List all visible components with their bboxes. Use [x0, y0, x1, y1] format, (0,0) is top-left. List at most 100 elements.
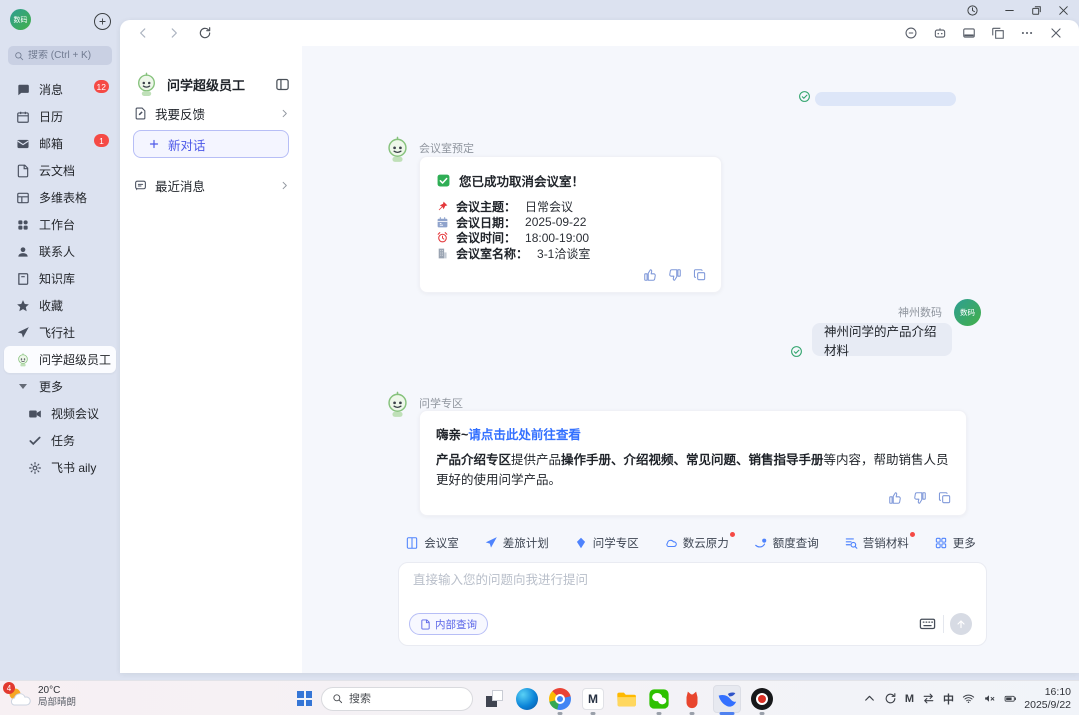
avatar[interactable]: 数码 — [10, 9, 31, 30]
sync-icon[interactable] — [884, 692, 897, 705]
wifi-icon[interactable] — [962, 692, 975, 705]
greeting-text: 嗨亲~ — [436, 428, 468, 442]
sidebar-item-aily[interactable]: 飞书 aily — [4, 454, 116, 481]
sidebar-item-base[interactable]: 多维表格 — [4, 184, 116, 211]
robot-icon[interactable] — [933, 26, 947, 40]
taskbar-clock[interactable]: 16:10 2025/9/22 — [1024, 686, 1071, 711]
thumbs-up-button[interactable] — [888, 491, 902, 505]
go-view-link[interactable]: 请点击此处前往查看 — [468, 428, 581, 442]
cat-app[interactable] — [680, 685, 704, 713]
card-title: 您已成功取消会议室！ — [459, 171, 584, 190]
add-button[interactable] — [94, 13, 111, 30]
mail-icon — [16, 137, 30, 151]
tab-marketing-material[interactable]: 营销材料 — [844, 535, 909, 551]
chevron-up-icon[interactable] — [863, 692, 876, 705]
internal-query-button[interactable]: 内部查询 — [409, 613, 488, 635]
keyboard-icon[interactable] — [919, 615, 936, 632]
sidebar-item-tasks[interactable]: 任务 — [4, 427, 116, 454]
taskbar-search[interactable] — [321, 687, 473, 711]
recent-messages-item[interactable]: 最近消息 — [134, 174, 290, 196]
sidebar-item-favorites[interactable]: 收藏 — [4, 292, 116, 319]
forward-icon[interactable] — [167, 26, 181, 40]
recorder-icon — [751, 688, 773, 710]
tab-shuyun-power[interactable]: 数云原力 — [664, 535, 729, 551]
sidebar-item-knowledge[interactable]: 知识库 — [4, 265, 116, 292]
sidebar-item-mail[interactable]: 邮箱1 — [4, 130, 116, 157]
thumbs-up-icon — [643, 268, 657, 282]
sidebar-item-messages[interactable]: 消息 12 — [4, 76, 116, 103]
card-body-text: 产品介绍专区提供产品操作手册、介绍视频、常见问题、销售指导手册等内容，帮助销售人… — [436, 450, 950, 490]
sidebar-item-workplace[interactable]: 工作台 — [4, 211, 116, 238]
sidebar-item-community[interactable]: 飞行社 — [4, 319, 116, 346]
field-label: 会议时间： — [456, 229, 516, 246]
data-transfer-icon[interactable] — [922, 692, 935, 705]
feedback-item[interactable]: 我要反馈 — [134, 102, 290, 124]
tab-wenxue-zone[interactable]: 问学专区 — [574, 535, 639, 551]
message-icon — [16, 83, 30, 97]
history-icon[interactable] — [959, 1, 986, 20]
sidebar-search[interactable] — [8, 46, 112, 65]
search-input[interactable] — [28, 50, 108, 61]
battery-icon[interactable] — [1004, 692, 1017, 705]
weather-badge: 4 — [3, 682, 15, 694]
dock-window-icon[interactable] — [962, 26, 976, 40]
field-value: 日常会议 — [525, 198, 573, 215]
new-chat-button[interactable]: 新对话 — [133, 130, 289, 158]
ime-indicator[interactable]: 中 — [943, 691, 954, 707]
feishu-app[interactable] — [713, 685, 741, 713]
refresh-icon[interactable] — [198, 26, 212, 40]
more-icon[interactable] — [1020, 26, 1034, 40]
send-button[interactable] — [950, 613, 972, 635]
sidebar-item-docs[interactable]: 云文档 — [4, 157, 116, 184]
minimize-button[interactable] — [996, 1, 1023, 20]
meeting-field-time: 会议时间：18:00-19:00 — [436, 230, 705, 246]
assistant-face-icon[interactable] — [904, 26, 918, 40]
sidebar-item-wenxue-assistant[interactable]: 问学超级员工 — [4, 346, 116, 373]
thumbs-up-button[interactable] — [643, 268, 657, 282]
meeting-cancel-card: 您已成功取消会议室！ 会议主题：日常会议 会议日期：2025-09-22 会议时… — [419, 156, 722, 293]
sidebar-item-contacts[interactable]: 联系人 — [4, 238, 116, 265]
weather-widget[interactable]: 4 20°C局部晴朗 — [6, 685, 76, 709]
thumbs-down-button[interactable] — [913, 491, 927, 505]
time-text: 16:10 — [1045, 686, 1071, 698]
tab-meeting-room[interactable]: 会议室 — [405, 535, 459, 551]
unread-badge: 1 — [94, 134, 109, 147]
start-button[interactable] — [297, 691, 312, 706]
close-chat-icon[interactable] — [1049, 26, 1063, 40]
tab-label: 差旅计划 — [503, 535, 549, 551]
unread-badge: 12 — [94, 80, 109, 93]
sidebar-item-label: 消息 — [39, 81, 63, 98]
copy-button[interactable] — [693, 268, 707, 282]
tab-travel-plan[interactable]: 差旅计划 — [484, 535, 549, 551]
taskbar-search-input[interactable] — [349, 693, 449, 705]
sidebar-item-video-meeting[interactable]: 视频会议 — [4, 400, 116, 427]
tab-quota-query[interactable]: 额度查询 — [754, 535, 819, 551]
chevron-right-icon — [279, 180, 290, 191]
composer-input[interactable] — [413, 573, 953, 587]
thumbs-down-button[interactable] — [668, 268, 682, 282]
sidebar-item-more[interactable]: 更多 — [4, 373, 116, 400]
diamond-icon — [574, 536, 588, 550]
back-icon[interactable] — [136, 26, 150, 40]
close-button[interactable] — [1050, 1, 1077, 20]
wechat-app[interactable] — [647, 685, 671, 713]
success-check-icon — [436, 173, 451, 188]
doc-icon — [16, 164, 30, 178]
copy-button[interactable] — [938, 491, 952, 505]
m-app[interactable]: M — [581, 685, 605, 713]
restore-button[interactable] — [1023, 1, 1050, 20]
collapse-panel-icon[interactable] — [275, 77, 290, 92]
tray-m-icon[interactable]: M — [905, 693, 914, 705]
edge-app[interactable] — [515, 685, 539, 713]
sidebar-item-calendar[interactable]: 日历 — [4, 103, 116, 130]
mute-icon[interactable] — [983, 692, 996, 705]
chrome-app[interactable] — [548, 685, 572, 713]
task-view-button[interactable] — [482, 685, 506, 713]
popout-icon[interactable] — [991, 26, 1005, 40]
shortcut-tabs: 会议室 差旅计划 问学专区 数云原力 额度查询 营销材料 更多 — [302, 535, 1079, 551]
sidebar-item-label: 任务 — [51, 432, 75, 449]
recorder-app[interactable] — [750, 685, 774, 713]
tab-more[interactable]: 更多 — [934, 535, 976, 551]
file-explorer-app[interactable] — [614, 685, 638, 713]
search-icon — [332, 693, 343, 704]
